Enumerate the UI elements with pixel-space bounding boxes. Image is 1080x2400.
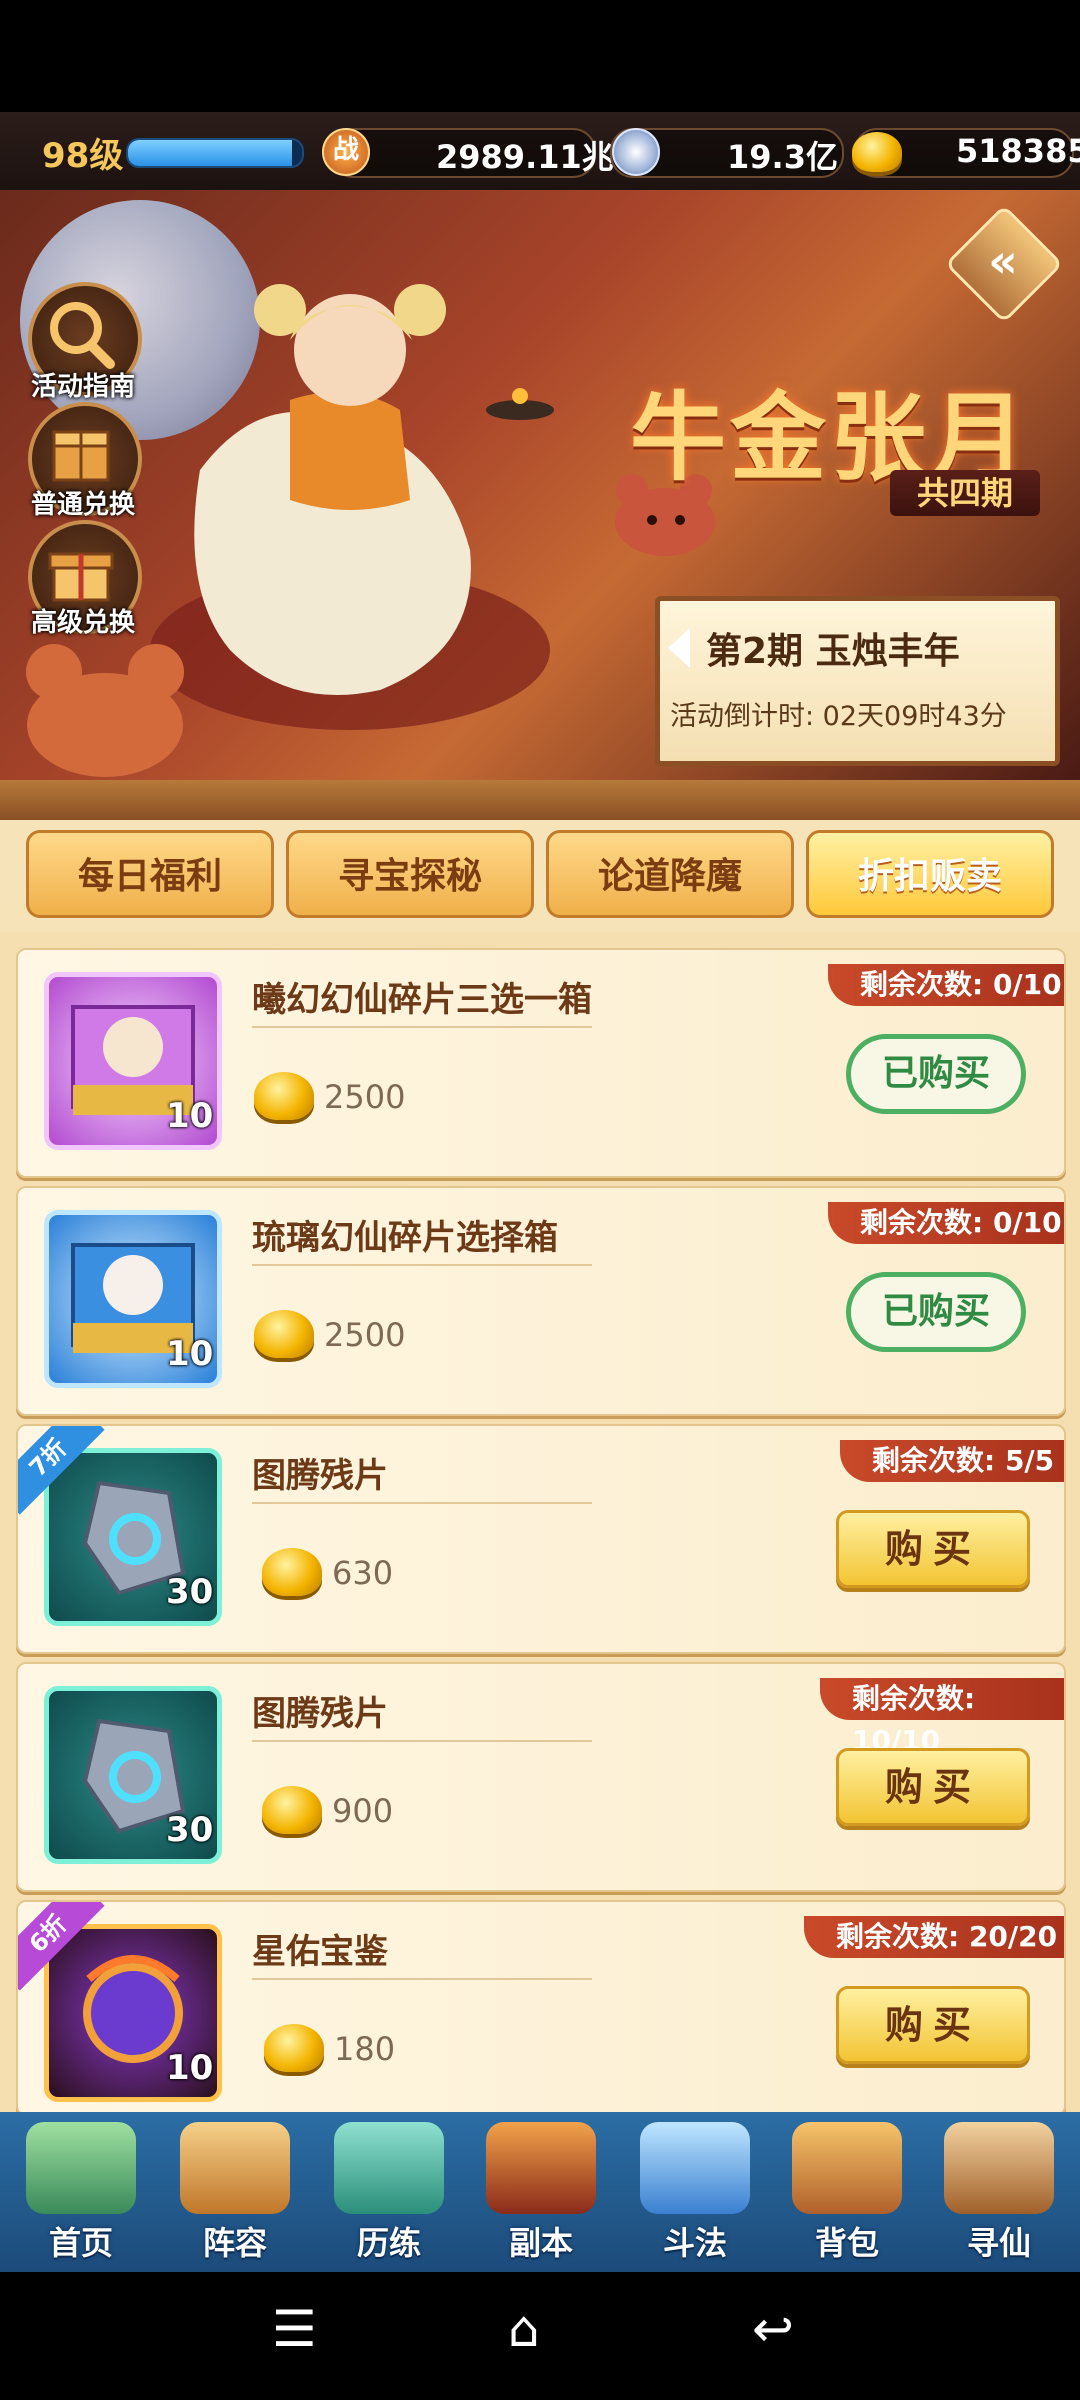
- buy-button[interactable]: 购买: [836, 1748, 1030, 1826]
- item-name: 图腾残片: [252, 1694, 388, 1734]
- normal-exchange-label: 普通兑换: [30, 490, 135, 520]
- bought-button[interactable]: 已购买: [846, 1272, 1026, 1352]
- remaining-count-badge: 剩余次数: 0/10: [828, 1202, 1064, 1244]
- nav-label: 阵容: [202, 2224, 267, 2262]
- mouse-mascot-left: [26, 644, 184, 777]
- bought-button[interactable]: 已购买: [846, 1034, 1026, 1114]
- nav-label: 历练: [356, 2224, 421, 2262]
- system-nav-bar: [0, 2272, 1080, 2400]
- power-icon: 战: [322, 128, 370, 176]
- item-price: 630: [332, 1554, 394, 1592]
- gold-ingot-icon: [254, 1072, 314, 1120]
- tab-discount-sale[interactable]: 折扣贩卖: [806, 830, 1054, 918]
- xp-bar-fill: [128, 140, 292, 166]
- item-price: 2500: [324, 1316, 406, 1354]
- shop-item-card: 10 曦幻幻仙碎片三选一箱 2500 剩余次数: 0/10 已购买: [16, 948, 1066, 1178]
- home-island-icon: [26, 2122, 136, 2214]
- gold-value: 518385: [956, 132, 1080, 170]
- buy-button[interactable]: 购买: [836, 1510, 1030, 1588]
- bag-icon: [792, 2122, 902, 2214]
- name-underline: [252, 1264, 592, 1266]
- name-underline: [252, 1502, 592, 1504]
- menu-icon[interactable]: ☰: [272, 2300, 317, 2358]
- shop-item-card: 30 图腾残片 900 剩余次数: 10/10 购买: [16, 1662, 1066, 1892]
- name-underline: [252, 1978, 592, 1980]
- tab-treasure-hunt[interactable]: 寻宝探秘: [286, 830, 534, 918]
- name-underline: [252, 1026, 592, 1028]
- nav-home[interactable]: 首页: [6, 2112, 156, 2272]
- remaining-count-badge: 剩余次数: 0/10: [828, 964, 1064, 1006]
- shop-item-card: 7折 30 图腾残片 630 剩余次数: 5/5 购买: [16, 1424, 1066, 1654]
- player-level: 98级: [42, 136, 124, 176]
- gold-ingot-icon: [264, 2024, 324, 2072]
- gold-ingot-icon: [262, 1786, 322, 1834]
- back-arrow-icon: «: [988, 234, 1018, 288]
- nav-training[interactable]: 历练: [314, 2112, 464, 2272]
- remaining-count-badge: 剩余次数: 20/20: [804, 1916, 1064, 1958]
- tab-daily-welfare[interactable]: 每日福利: [26, 830, 274, 918]
- item-quantity: 10: [166, 1334, 214, 1374]
- item-price: 2500: [324, 1078, 406, 1116]
- nav-label: 副本: [508, 2224, 573, 2262]
- item-name: 星佑宝鉴: [252, 1932, 388, 1972]
- item-price: 180: [334, 2030, 396, 2068]
- nav-label: 斗法: [662, 2224, 727, 2262]
- item-price: 900: [332, 1792, 394, 1830]
- guide-label: 活动指南: [30, 372, 135, 402]
- nav-label: 背包: [814, 2224, 879, 2262]
- item-name: 琉璃幻仙碎片选择箱: [252, 1218, 558, 1258]
- item-quantity: 10: [166, 2048, 214, 2088]
- home-icon[interactable]: ⌂: [508, 2300, 540, 2358]
- name-underline: [252, 1740, 592, 1742]
- buy-button[interactable]: 购买: [836, 1986, 1030, 2064]
- nav-seek-immortal[interactable]: 寻仙: [924, 2112, 1074, 2272]
- nav-duel[interactable]: 斗法: [620, 2112, 770, 2272]
- shop-item-card: 10 琉璃幻仙碎片选择箱 2500 剩余次数: 0/10 已购买: [16, 1186, 1066, 1416]
- prev-period-arrow-icon[interactable]: [668, 628, 690, 668]
- lineup-cards-icon: [180, 2122, 290, 2214]
- event-subtitle: 共四期: [890, 470, 1040, 516]
- battle-sword-icon: [640, 2122, 750, 2214]
- nav-label: 首页: [48, 2224, 113, 2262]
- item-quantity: 10: [166, 1096, 214, 1136]
- nav-bag[interactable]: 背包: [772, 2112, 922, 2272]
- advanced-exchange-label: 高级兑换: [30, 608, 135, 638]
- nav-lineup[interactable]: 阵容: [160, 2112, 310, 2272]
- countdown-text: 活动倒计时: 02天09时43分: [670, 701, 1007, 732]
- silver-coin-icon: [612, 128, 660, 176]
- banner-divider: [0, 780, 1080, 820]
- item-quantity: 30: [166, 1810, 214, 1850]
- nav-label: 寻仙: [966, 2224, 1031, 2262]
- character-illustration: [150, 284, 554, 730]
- item-quantity: 30: [166, 1572, 214, 1612]
- gold-ingot-icon: [254, 1310, 314, 1358]
- gold-ingot-icon: [852, 132, 902, 172]
- item-name: 曦幻幻仙碎片三选一箱: [252, 980, 592, 1020]
- remaining-count-badge: 剩余次数: 10/10: [820, 1678, 1064, 1757]
- silver-value: 19.3亿: [727, 138, 838, 176]
- tab-demon-subdue[interactable]: 论道降魔: [546, 830, 794, 918]
- xp-bar: [126, 138, 304, 168]
- period-title: 第2期 玉烛丰年: [706, 631, 960, 672]
- combat-power-value: 2989.11兆: [436, 138, 614, 176]
- nav-dungeon[interactable]: 副本: [466, 2112, 616, 2272]
- back-icon[interactable]: ↩: [752, 2300, 794, 2358]
- scroll-seek-icon: [944, 2122, 1054, 2214]
- item-name: 图腾残片: [252, 1456, 388, 1496]
- gold-ingot-icon: [262, 1548, 322, 1596]
- dungeon-gate-icon: [486, 2122, 596, 2214]
- remaining-count-badge: 剩余次数: 5/5: [840, 1440, 1064, 1482]
- shop-item-card: 6折 10 星佑宝鉴 180 剩余次数: 20/20 购买: [16, 1900, 1066, 2116]
- training-gourd-icon: [334, 2122, 444, 2214]
